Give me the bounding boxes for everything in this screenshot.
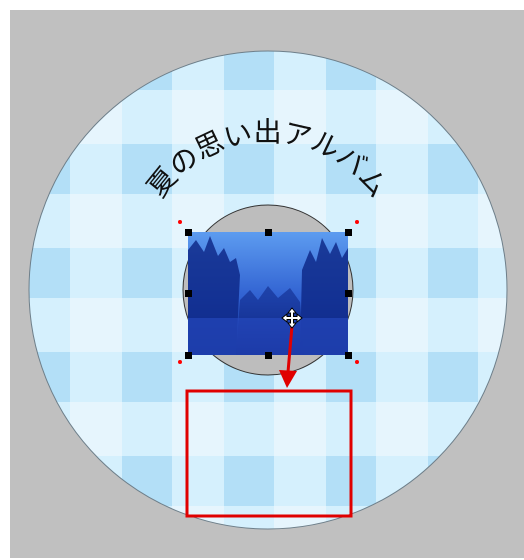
plaid-square <box>122 248 172 298</box>
handle-bottom-left[interactable] <box>185 352 192 359</box>
plaid-square <box>428 144 478 194</box>
plaid-square <box>428 352 478 402</box>
rotate-handle-bottom-right[interactable] <box>355 360 359 364</box>
plaid-square <box>122 51 172 90</box>
selected-photo[interactable] <box>188 232 348 355</box>
plaid-square <box>326 51 376 90</box>
rotate-handle-top-right[interactable] <box>355 220 359 224</box>
handle-top-right[interactable] <box>345 229 352 236</box>
plaid-square <box>224 51 274 90</box>
handle-middle-left[interactable] <box>185 290 192 297</box>
plaid-square <box>122 352 172 402</box>
rotate-handle-top-left[interactable] <box>178 220 182 224</box>
rotate-handle-bottom-left[interactable] <box>178 360 182 364</box>
plaid-square <box>29 456 70 506</box>
handle-top-left[interactable] <box>185 229 192 236</box>
plaid-square <box>428 456 478 506</box>
plaid-square <box>224 456 274 506</box>
handle-middle-right[interactable] <box>345 290 352 297</box>
plaid-square <box>428 248 478 298</box>
plaid-square <box>29 51 70 90</box>
plaid-square <box>428 51 478 90</box>
handle-bottom-right[interactable] <box>345 352 352 359</box>
plaid-square <box>29 144 70 194</box>
handle-bottom-middle[interactable] <box>265 352 272 359</box>
photo-mist <box>188 318 348 355</box>
handle-top-middle[interactable] <box>265 229 272 236</box>
cd-label-design: 夏の思い出アルバム <box>28 50 508 530</box>
plaid-square <box>122 456 172 506</box>
plaid-square <box>29 248 70 298</box>
